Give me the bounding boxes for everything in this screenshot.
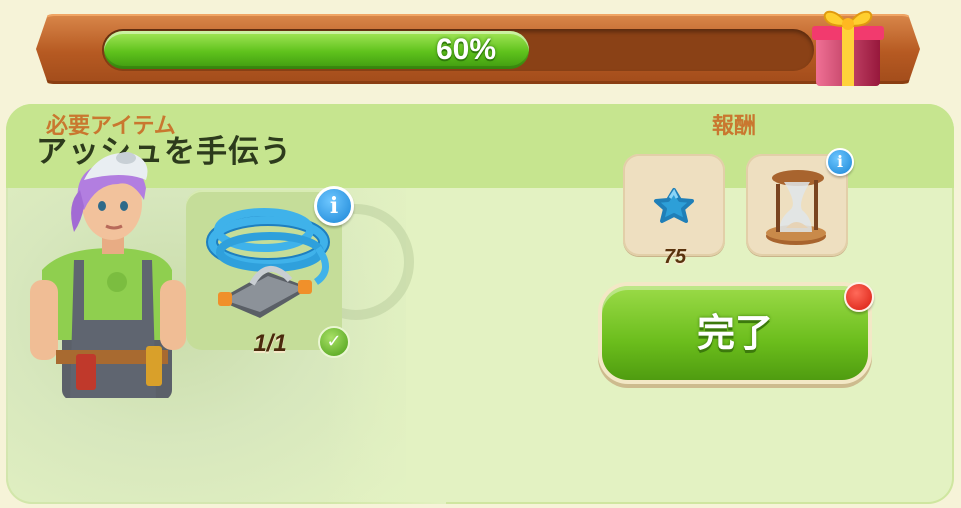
required-items-label: 必要アイテム <box>46 114 176 139</box>
blue-star-icon <box>654 188 694 223</box>
progress-percent: 60% <box>435 33 497 66</box>
gift-box-icon[interactable] <box>806 0 888 90</box>
reward-info-button[interactable]: i <box>826 148 854 176</box>
item-info-button[interactable]: i <box>314 186 354 226</box>
reward-card-star[interactable] <box>623 154 725 256</box>
complete-button[interactable]: 完了 <box>602 286 868 380</box>
check-icon: ✓ <box>318 326 350 358</box>
reward-amount: 75 <box>663 246 687 268</box>
reward-label: 報酬 <box>712 114 757 139</box>
required-item-count: 1/1 <box>253 330 287 357</box>
notification-dot <box>844 282 874 312</box>
garden-hose-icon <box>206 208 330 318</box>
ash-character-avatar <box>30 152 186 398</box>
complete-button-label: 完了 <box>696 311 773 355</box>
